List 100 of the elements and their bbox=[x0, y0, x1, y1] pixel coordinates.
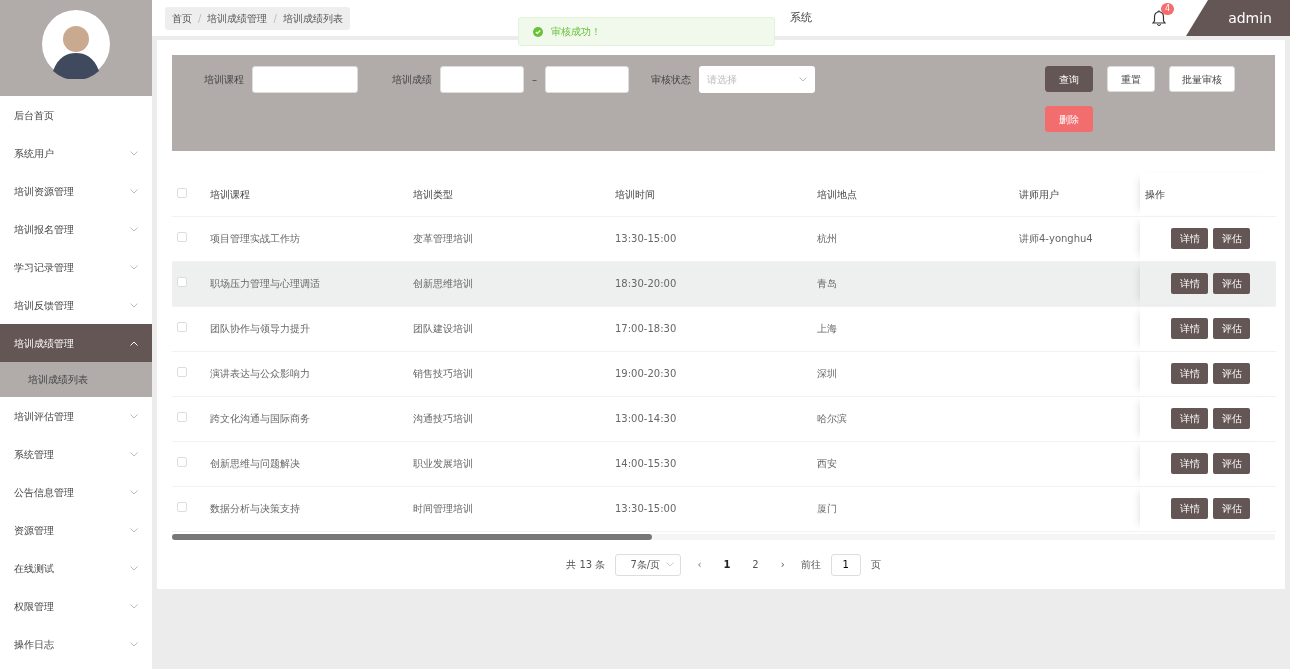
row-checkbox[interactable] bbox=[177, 367, 187, 377]
table-cell: 数据分析与决策支持 bbox=[210, 503, 300, 514]
row-action-button[interactable]: 详情 bbox=[1171, 363, 1208, 384]
table-cell: 厦门 bbox=[817, 503, 837, 514]
chevron-down-icon bbox=[130, 603, 138, 609]
chevron-down-icon bbox=[130, 264, 138, 270]
row-checkbox[interactable] bbox=[177, 412, 187, 422]
table-cell: 团队建设培训 bbox=[413, 323, 473, 334]
breadcrumb-item[interactable]: 首页 bbox=[172, 10, 192, 26]
row-action-button[interactable]: 评估 bbox=[1213, 363, 1250, 384]
row-action-button[interactable]: 详情 bbox=[1171, 228, 1208, 249]
action-button[interactable]: 重置 bbox=[1107, 66, 1155, 92]
table-cell: 13:00-14:30 bbox=[615, 413, 677, 424]
table-cell: 销售技巧培训 bbox=[413, 368, 473, 379]
action-button[interactable]: 查询 bbox=[1045, 66, 1093, 92]
row-action-button[interactable]: 评估 bbox=[1213, 318, 1250, 339]
table-cell: 13:30-15:00 bbox=[615, 233, 677, 244]
sidebar-item[interactable]: 后台首页 bbox=[0, 96, 152, 134]
table-cell: 上海 bbox=[817, 323, 837, 334]
row-action-button[interactable]: 评估 bbox=[1213, 273, 1250, 294]
breadcrumb-item[interactable]: 培训成绩管理 bbox=[207, 10, 268, 26]
notification-count: 4 bbox=[1160, 3, 1174, 15]
table-cell: 讲师4-yonghu4 bbox=[1019, 233, 1093, 244]
action-button[interactable]: 批量审核 bbox=[1169, 66, 1235, 92]
page-suffix: 页 bbox=[870, 558, 881, 572]
row-action-button[interactable]: 评估 bbox=[1213, 498, 1250, 519]
prev-page-button[interactable]: ‹ bbox=[691, 557, 708, 572]
row-action-button[interactable]: 详情 bbox=[1171, 498, 1208, 519]
table-cell: 变革管理培训 bbox=[413, 233, 473, 244]
row-checkbox[interactable] bbox=[177, 277, 187, 287]
sidebar-item[interactable]: 培训资源管理 bbox=[0, 172, 152, 210]
sidebar-item[interactable]: 操作日志 bbox=[0, 625, 152, 663]
score-min-field[interactable] bbox=[440, 66, 524, 93]
total-count: 共 13 条 bbox=[566, 558, 606, 572]
chevron-down-icon bbox=[130, 188, 138, 194]
sidebar-item[interactable]: 公告信息管理 bbox=[0, 473, 152, 511]
row-action-button[interactable]: 详情 bbox=[1171, 273, 1208, 294]
row-action-button[interactable]: 评估 bbox=[1213, 408, 1250, 429]
row-checkbox[interactable] bbox=[177, 232, 187, 242]
course-field[interactable] bbox=[252, 66, 358, 93]
table-cell: 深圳 bbox=[817, 368, 837, 379]
sidebar-item[interactable]: 权限管理 bbox=[0, 587, 152, 625]
row-checkbox[interactable] bbox=[177, 502, 187, 512]
table-cell: 青岛 bbox=[817, 278, 837, 289]
table-cell: 哈尔滨 bbox=[817, 413, 847, 424]
score-max-field[interactable] bbox=[545, 66, 629, 93]
row-action-button[interactable]: 详情 bbox=[1171, 408, 1208, 429]
sidebar-item[interactable]: 学习记录管理 bbox=[0, 248, 152, 286]
page-input[interactable]: 1 bbox=[830, 553, 861, 576]
table-cell: 职业发展培训 bbox=[413, 458, 473, 469]
breadcrumb-separator: / bbox=[198, 11, 202, 26]
sidebar-item[interactable]: 在线测试 bbox=[0, 549, 152, 587]
row-checkbox[interactable] bbox=[177, 457, 187, 467]
page-size-select[interactable]: 7条/页 bbox=[615, 553, 682, 576]
sidebar-item[interactable]: 培训报名管理 bbox=[0, 210, 152, 248]
table-cell: 团队协作与领导力提升 bbox=[210, 323, 310, 334]
chevron-down-icon bbox=[130, 641, 138, 647]
chevron-down-icon bbox=[799, 77, 807, 82]
select-all-checkbox[interactable] bbox=[177, 187, 187, 198]
chevron-down-icon bbox=[130, 527, 138, 533]
sidebar-item[interactable]: 系统用户 bbox=[0, 134, 152, 172]
table-cell: 18:30-20:00 bbox=[615, 278, 677, 289]
table-cell: 职场压力管理与心理调适 bbox=[210, 278, 320, 289]
sidebar-item[interactable]: 资源管理 bbox=[0, 511, 152, 549]
table-cell: 项目管理实战工作坊 bbox=[210, 233, 300, 244]
chevron-up-icon bbox=[130, 340, 138, 346]
row-action-button[interactable]: 评估 bbox=[1213, 453, 1250, 474]
bell-icon[interactable] bbox=[1152, 10, 1166, 26]
column-header: 培训时间 bbox=[615, 188, 655, 200]
user-name[interactable]: admin bbox=[1186, 0, 1290, 36]
row-action-button[interactable]: 详情 bbox=[1171, 318, 1208, 339]
field-label: 培训课程 bbox=[204, 73, 244, 87]
toast-message: 审核成功！ bbox=[551, 25, 601, 39]
page-button[interactable]: 1 bbox=[717, 557, 737, 572]
page-button[interactable]: 2 bbox=[746, 557, 765, 572]
range-separator: – bbox=[532, 73, 537, 87]
chevron-down-icon bbox=[130, 226, 138, 232]
scrollbar-thumb[interactable] bbox=[172, 533, 652, 540]
field-label: 审核状态 bbox=[651, 73, 691, 87]
table-cell: 19:00-20:30 bbox=[615, 368, 677, 379]
column-header: 培训地点 bbox=[817, 188, 857, 200]
table-cell: 创新思维与问题解决 bbox=[210, 458, 300, 469]
table-cell: 14:00-15:30 bbox=[615, 458, 677, 469]
sidebar-item[interactable]: 培训成绩管理 bbox=[0, 324, 152, 362]
sidebar-item[interactable]: 培训反馈管理 bbox=[0, 286, 152, 324]
column-header: 讲师用户 bbox=[1019, 188, 1059, 200]
chevron-down-icon bbox=[130, 489, 138, 495]
sidebar-item[interactable]: 系统管理 bbox=[0, 435, 152, 473]
chevron-down-icon bbox=[130, 451, 138, 457]
row-checkbox[interactable] bbox=[177, 322, 187, 332]
next-page-button[interactable]: › bbox=[774, 557, 791, 572]
check-circle-icon bbox=[533, 26, 543, 37]
table-cell: 杭州 bbox=[817, 233, 837, 244]
table-cell: 17:00-18:30 bbox=[615, 323, 677, 334]
table-cell: 沟通技巧培训 bbox=[413, 413, 473, 424]
row-action-button[interactable]: 评估 bbox=[1213, 228, 1250, 249]
sidebar-item[interactable]: 培训评估管理 bbox=[0, 397, 152, 435]
sidebar-subitem[interactable]: 培训成绩列表 bbox=[0, 362, 152, 397]
chevron-down-icon bbox=[666, 562, 675, 567]
row-action-button[interactable]: 详情 bbox=[1171, 453, 1208, 474]
